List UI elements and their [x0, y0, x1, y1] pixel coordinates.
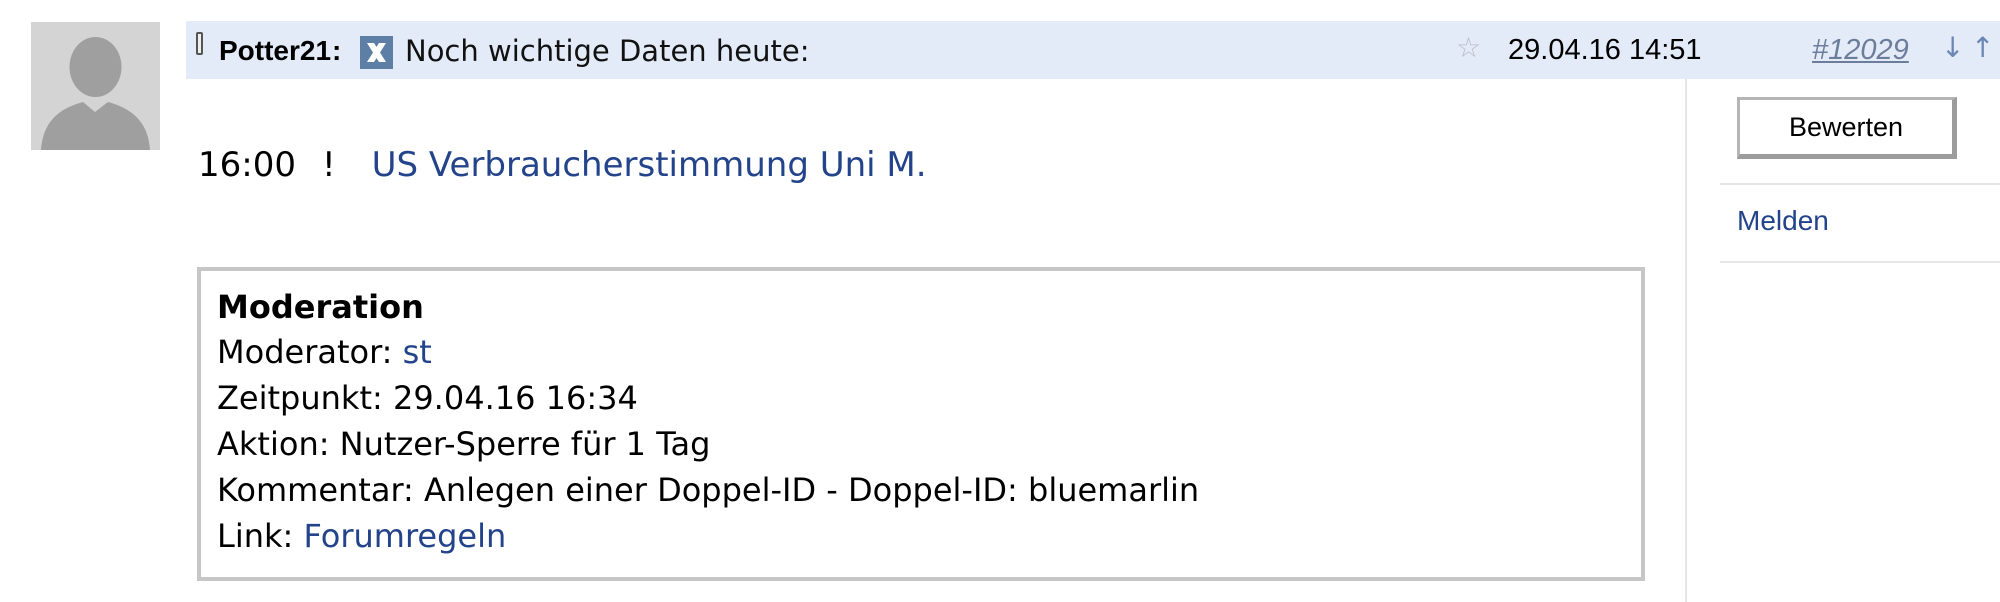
- moderator-row: Moderator: st: [217, 329, 1641, 375]
- moderation-comment-value: Anlegen einer Doppel-ID - Doppel-ID: blu…: [423, 471, 1200, 509]
- moderator-link[interactable]: st: [403, 333, 432, 371]
- report-link[interactable]: Melden: [1737, 203, 1829, 239]
- username[interactable]: Potter21: [219, 34, 331, 68]
- moderation-box: Moderation Moderator: st Zeitpunkt: 29.0…: [197, 267, 1645, 581]
- default-avatar-icon: [31, 22, 160, 150]
- moderation-time-label: Zeitpunkt:: [217, 379, 393, 417]
- moderation-link-label: Link:: [217, 517, 304, 555]
- sidebar-separator: [1720, 183, 2000, 185]
- event-time: 16:00: [198, 145, 296, 185]
- username-colon: :: [332, 35, 342, 66]
- moderation-heading: Moderation: [217, 288, 424, 326]
- post-header: Potter21 : Noch wichtige Daten heute: ☆ …: [186, 21, 2000, 79]
- sidebar-divider: [1685, 79, 1687, 602]
- avatar[interactable]: [31, 22, 160, 150]
- moderator-label: Moderator:: [217, 333, 403, 371]
- rate-button[interactable]: Bewerten: [1737, 97, 1957, 159]
- moderation-action-row: Aktion: Nutzer-Sperre für 1 Tag: [217, 421, 1641, 467]
- arrow-up-icon[interactable]: ↑: [1971, 31, 1994, 65]
- forum-rules-link[interactable]: Forumregeln: [303, 517, 506, 555]
- star-icon[interactable]: ☆: [1456, 31, 1481, 65]
- importance-marker: !: [321, 145, 336, 185]
- sidebar-separator: [1720, 261, 2000, 263]
- moderation-action-value: Nutzer-Sperre für 1 Tag: [339, 425, 711, 463]
- moderation-action-label: Aktion:: [217, 425, 340, 463]
- event-link[interactable]: US Verbraucherstimmung Uni M.: [372, 145, 927, 185]
- post-title: Noch wichtige Daten heute:: [405, 34, 810, 68]
- xing-icon[interactable]: [360, 36, 393, 69]
- post-body: 16:00! US Verbraucherstimmung Uni M.: [198, 143, 927, 187]
- post-number-link[interactable]: #12029: [1812, 33, 1909, 67]
- post-date: 29.04.16 14:51: [1508, 34, 1702, 66]
- moderation-time-row: Zeitpunkt: 29.04.16 16:34: [217, 375, 1641, 421]
- moderation-link-row: Link: Forumregeln: [217, 513, 1641, 559]
- arrow-down-icon[interactable]: ↓: [1941, 31, 1964, 65]
- moderation-comment-label: Kommentar:: [217, 471, 424, 509]
- moderation-comment-row: Kommentar: Anlegen einer Doppel-ID - Dop…: [217, 467, 1641, 513]
- mobile-icon: [196, 32, 203, 55]
- moderation-time-value: 29.04.16 16:34: [392, 379, 638, 417]
